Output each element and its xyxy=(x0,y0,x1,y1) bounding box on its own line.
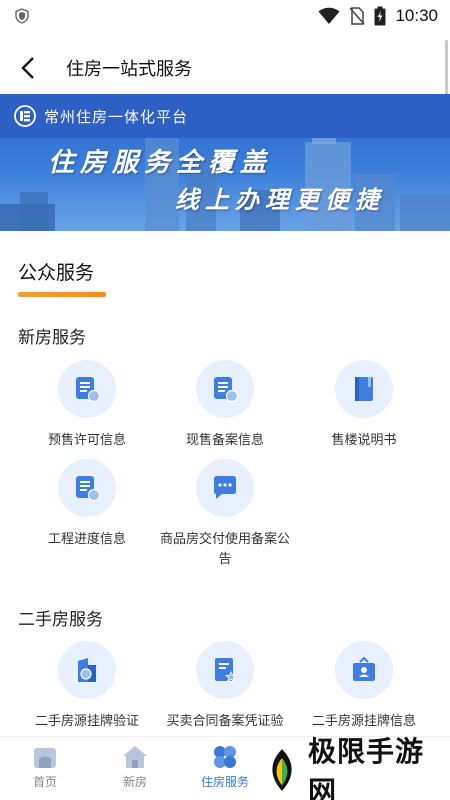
certificate-star-icon xyxy=(196,641,254,699)
service-label: 买卖合同备案凭证验 xyxy=(166,713,284,728)
promo-banner[interactable]: 常州住房一体化平台 住房服务全覆盖 线上办理更便捷 xyxy=(0,94,450,231)
service-label: 二手房源挂牌验证 xyxy=(34,713,139,728)
document-badge-icon xyxy=(196,360,254,418)
battery-icon xyxy=(374,6,386,26)
service-listing-verification[interactable]: 二手房源挂牌验证 xyxy=(12,641,162,731)
service-sales-brochure[interactable]: 售楼说明书 xyxy=(289,360,439,450)
nav-label: 住房服务 xyxy=(200,775,249,789)
app-bar: 住房一站式服务 xyxy=(0,40,450,96)
document-badge-icon xyxy=(58,360,116,418)
home-icon xyxy=(34,748,56,768)
service-listing-info[interactable]: 二手房源挂牌信息 xyxy=(289,641,439,731)
banner-brand-bar: 常州住房一体化平台 xyxy=(0,94,450,138)
service-presale-permit[interactable]: 预售许可信息 xyxy=(12,360,162,450)
no-sim-icon xyxy=(349,7,366,25)
section-underline xyxy=(18,292,106,297)
nav-label: 首页 xyxy=(32,775,57,789)
banner-slogan-line1: 住房服务全覆盖 xyxy=(48,148,273,178)
shield-icon xyxy=(15,8,29,24)
service-contract-record-verify[interactable]: 买卖合同备案凭证验 xyxy=(150,641,300,731)
status-bar: 10:30 xyxy=(0,0,450,32)
watermark-text: 极限手游网 xyxy=(308,736,425,800)
status-time: 10:30 xyxy=(395,6,438,25)
watermark: 极限手游网 xyxy=(258,736,450,800)
chat-bubble-icon xyxy=(196,459,254,517)
section-title: 公众服务 xyxy=(18,263,95,284)
service-label: 现售备案信息 xyxy=(185,432,264,447)
nav-item-housing-service[interactable]: 住房服务 xyxy=(180,737,270,800)
platform-logo-icon xyxy=(14,105,36,127)
back-button[interactable] xyxy=(0,40,56,96)
petals-icon xyxy=(214,746,236,768)
service-label: 预售许可信息 xyxy=(47,432,126,447)
service-label: 工程进度信息 xyxy=(47,531,126,546)
service-delivery-record-notice[interactable]: 商品房交付使用备案公告 xyxy=(150,459,300,569)
nav-label: 新房 xyxy=(122,775,147,789)
service-label: 售楼说明书 xyxy=(331,432,397,447)
service-current-sale-record[interactable]: 现售备案信息 xyxy=(150,360,300,450)
house-icon xyxy=(123,746,147,768)
group-title-second-hand: 二手房服务 xyxy=(18,610,103,629)
notice-board-icon xyxy=(335,641,393,699)
nav-item-home[interactable]: 首页 xyxy=(0,737,90,800)
nav-item-new-house[interactable]: 新房 xyxy=(90,737,180,800)
service-label: 商品房交付使用备案公告 xyxy=(159,531,290,566)
building-check-icon xyxy=(58,641,116,699)
banner-slogan-line2: 线上办理更便捷 xyxy=(175,185,385,214)
banner-brand-text: 常州住房一体化平台 xyxy=(44,108,189,126)
document-badge-icon xyxy=(58,459,116,517)
page-title: 住房一站式服务 xyxy=(66,59,192,79)
group-title-new-house: 新房服务 xyxy=(18,328,86,347)
watermark-logo-icon xyxy=(272,749,292,791)
wifi-icon xyxy=(318,7,340,24)
service-label: 二手房源挂牌信息 xyxy=(311,713,416,728)
chevron-left-icon xyxy=(21,57,34,79)
book-icon xyxy=(335,360,393,418)
service-construction-progress[interactable]: 工程进度信息 xyxy=(12,459,162,549)
